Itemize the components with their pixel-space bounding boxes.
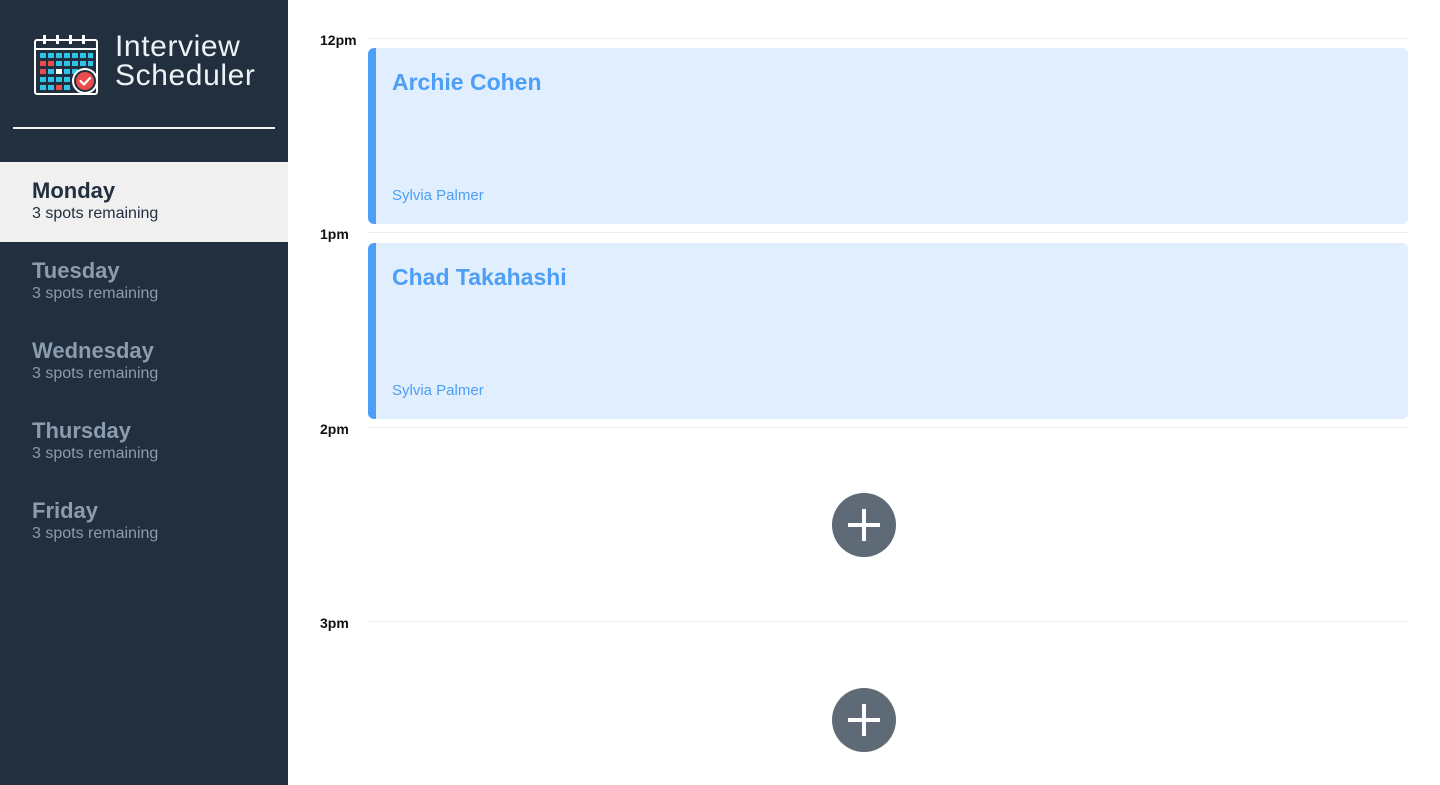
app-title-line2: Scheduler [115,59,256,92]
day-item-tuesday[interactable]: Tuesday 3 spots remaining [0,242,288,322]
appointment-card[interactable]: Chad Takahashi Sylvia Palmer [368,243,1408,419]
sidebar-divider [13,127,275,129]
schedule: 12pm Archie Cohen Sylvia Palmer 1pm Chad… [288,0,1440,785]
plus-icon [848,509,880,541]
hour-divider [368,621,1408,622]
student-name: Archie Cohen [392,69,542,95]
day-name: Tuesday [32,258,120,283]
time-label-1pm: 1pm [320,226,349,242]
hour-divider [368,427,1408,428]
interviewer-name: Sylvia Palmer [392,382,484,399]
day-name: Monday [32,178,116,203]
add-appointment-button[interactable] [832,688,896,752]
day-spots-remaining: 3 spots remaining [32,205,159,222]
day-item-wednesday[interactable]: Wednesday 3 spots remaining [0,322,288,402]
time-label-3pm: 3pm [320,615,349,631]
day-name: Thursday [32,418,132,443]
day-spots-remaining: 3 spots remaining [32,365,159,382]
brand: Interview Scheduler [34,30,256,96]
day-name: Wednesday [32,338,154,363]
day-spots-remaining: 3 spots remaining [32,445,159,462]
hour-divider [368,232,1408,233]
day-item-thursday[interactable]: Thursday 3 spots remaining [0,402,288,482]
day-spots-remaining: 3 spots remaining [32,525,159,542]
app-title: Interview Scheduler [115,30,256,92]
plus-icon [848,704,880,736]
day-spots-remaining: 3 spots remaining [32,285,159,302]
day-item-friday[interactable]: Friday 3 spots remaining [0,482,288,562]
add-appointment-button[interactable] [832,493,896,557]
day-list: Monday 3 spots remaining Tuesday 3 spots… [0,162,288,562]
time-label-2pm: 2pm [320,421,349,437]
student-name: Chad Takahashi [392,264,567,290]
day-name: Friday [32,498,99,523]
interviewer-name: Sylvia Palmer [392,187,484,204]
day-item-monday[interactable]: Monday 3 spots remaining [0,162,288,242]
app-title-line1: Interview [115,30,241,63]
sidebar: Interview Scheduler Monday 3 spots remai… [0,0,288,785]
appointment-card[interactable]: Archie Cohen Sylvia Palmer [368,48,1408,224]
hour-divider [368,38,1408,39]
calendar-check-icon [34,35,98,95]
time-label-12pm: 12pm [320,32,357,48]
